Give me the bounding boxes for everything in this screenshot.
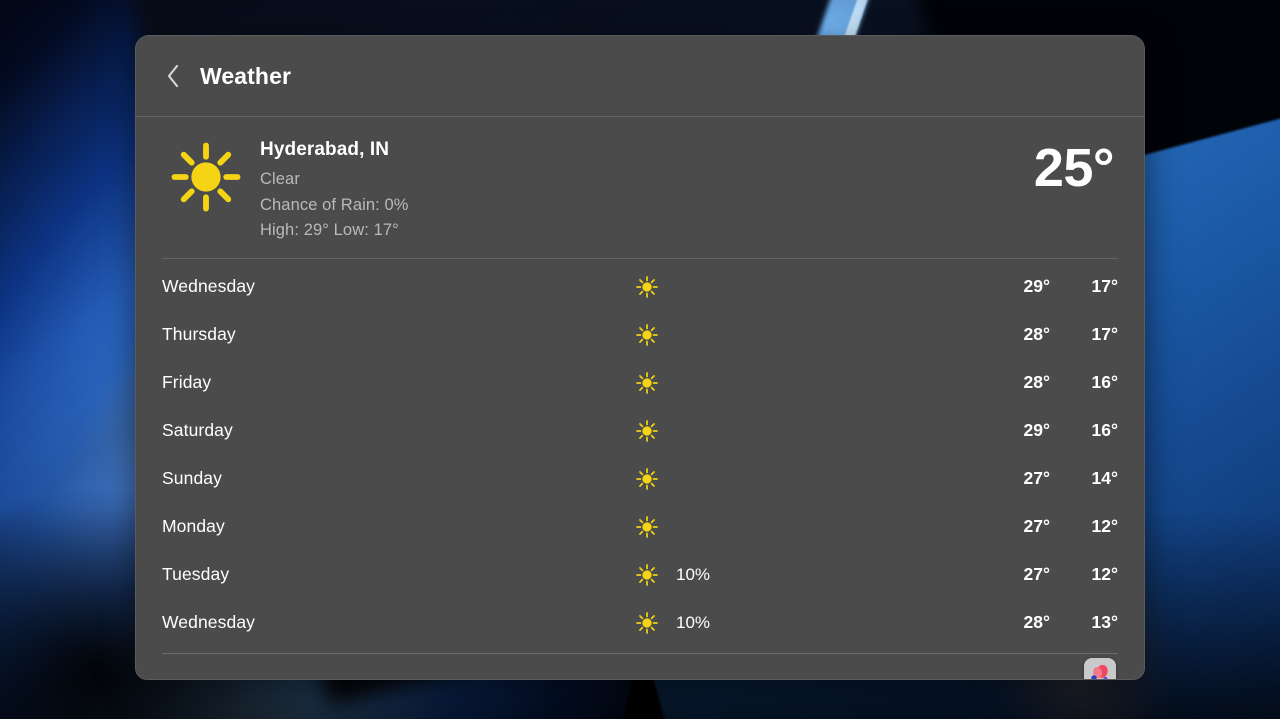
forecast-condition-icon (632, 371, 662, 394)
forecast-row[interactable]: Tuesday 10% 27° 12° (162, 551, 1118, 599)
weather-data-sources-link[interactable]: Weather Data Sources (162, 679, 336, 680)
forecast-row[interactable]: Wednesday 10% 28° 13° (162, 599, 1118, 647)
forecast-low-temp: 17° (1091, 276, 1118, 296)
sun-icon (636, 467, 658, 490)
condition-text: Clear (260, 170, 300, 188)
sun-icon (636, 419, 658, 442)
forecast-low-temp: 14° (1091, 468, 1118, 488)
sun-icon (636, 515, 658, 538)
high-low-text: High: 29° Low: 17° (260, 221, 399, 239)
forecast-row[interactable]: Saturday 29° 16° (162, 407, 1118, 455)
city-name: Hyderabad, IN (260, 139, 390, 160)
current-temperature: 25° (1033, 138, 1115, 198)
panel-footer: Weather Data Sources (162, 652, 1118, 680)
forecast-condition-icon (632, 467, 662, 490)
back-button[interactable] (160, 61, 186, 91)
weather-app-icon[interactable] (1084, 657, 1116, 679)
current-info: Hyderabad, IN Clear Chance of Rain: 0% H… (260, 135, 409, 244)
forecast-low-temp: 13° (1091, 612, 1118, 632)
forecast-low-temp: 16° (1091, 420, 1118, 440)
forecast-day-label: Monday (162, 516, 225, 536)
forecast-day-label: Wednesday (162, 612, 255, 632)
forecast-high-temp: 28° (1023, 612, 1050, 632)
forecast-precip-chance: 10% (676, 564, 711, 584)
forecast-day-label: Thursday (162, 324, 236, 344)
forecast-row[interactable]: Monday 27° 12° (162, 503, 1118, 551)
forecast-low-temp: 12° (1091, 564, 1118, 584)
weather-panel: Weather Hyderabad, IN Clear Chance of Ra… (135, 35, 1145, 680)
forecast-high-temp: 27° (1023, 516, 1050, 536)
forecast-row[interactable]: Thursday 28° 17° (162, 311, 1118, 359)
forecast-condition-icon (632, 323, 662, 346)
forecast-low-temp: 16° (1091, 372, 1118, 392)
sun-icon (636, 611, 658, 634)
sun-icon (636, 275, 658, 298)
forecast-condition-icon (632, 515, 662, 538)
forecast-high-temp: 29° (1023, 276, 1050, 296)
panel-content: Hyderabad, IN Clear Chance of Rain: 0% H… (136, 117, 1144, 680)
forecast-high-temp: 27° (1023, 564, 1050, 584)
forecast-precip-chance: 10% (676, 612, 711, 632)
forecast-high-temp: 28° (1023, 324, 1050, 344)
forecast-list: Wednesday 29° 17° Thursday 28° 17° Friday 28° 16… (162, 259, 1118, 647)
sun-icon (636, 323, 658, 346)
forecast-day-label: Wednesday (162, 276, 255, 296)
forecast-condition-icon (632, 563, 662, 586)
current-conditions: Hyderabad, IN Clear Chance of Rain: 0% H… (162, 117, 1118, 259)
chevron-left-icon (167, 64, 179, 88)
panel-titlebar: Weather (136, 36, 1144, 117)
forecast-condition-icon (632, 275, 662, 298)
weather-app-glyph (1091, 664, 1108, 679)
chance-of-rain: Chance of Rain: 0% (260, 195, 409, 214)
forecast-day-label: Saturday (162, 420, 233, 440)
forecast-day-label: Sunday (162, 468, 222, 488)
forecast-day-label: Tuesday (162, 564, 230, 584)
sun-icon (636, 371, 658, 394)
forecast-row[interactable]: Sunday 27° 14° (162, 455, 1118, 503)
forecast-row[interactable]: Friday 28° 16° (162, 359, 1118, 407)
page-title: Weather (200, 62, 292, 89)
forecast-condition-icon (632, 611, 662, 634)
sun-icon (636, 563, 658, 586)
forecast-condition-icon (632, 419, 662, 442)
forecast-high-temp: 27° (1023, 468, 1050, 488)
forecast-day-label: Friday (162, 372, 212, 392)
forecast-row[interactable]: Wednesday 29° 17° (162, 263, 1118, 311)
forecast-high-temp: 28° (1023, 372, 1050, 392)
sun-icon (171, 142, 241, 212)
forecast-high-temp: 29° (1023, 420, 1050, 440)
forecast-low-temp: 12° (1091, 516, 1118, 536)
forecast-low-temp: 17° (1091, 324, 1118, 344)
